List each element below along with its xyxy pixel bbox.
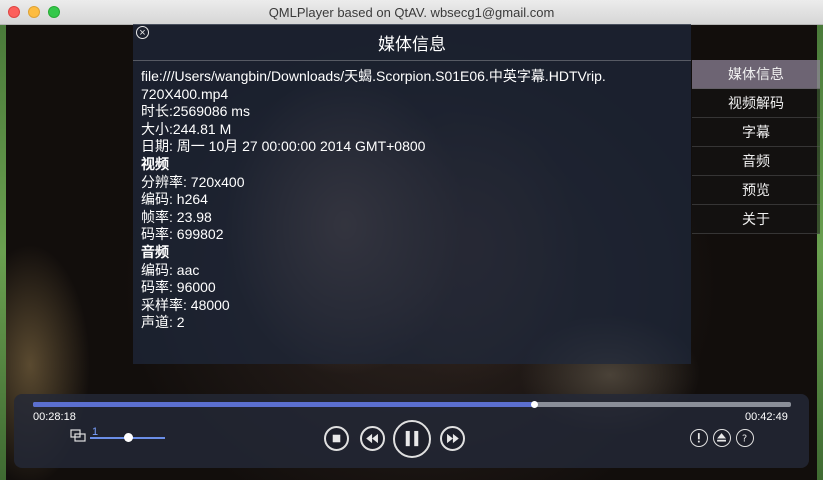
info-line-audio-codec: 编码: aac [141, 261, 200, 278]
info-heading-video: 视频 [141, 155, 169, 172]
info-line-framerate: 帧率: 23.98 [141, 208, 212, 225]
menu-item-about[interactable]: 关于 [692, 205, 820, 234]
menu-item-subtitles[interactable]: 字幕 [692, 118, 820, 147]
eject-button[interactable] [713, 429, 731, 447]
pause-icon [405, 430, 419, 447]
info-line-size: 大小:244.81 M [141, 120, 232, 137]
info-line-channels: 声道: 2 [141, 314, 185, 331]
window-title: QMLPlayer based on QtAV. wbsecg1@gmail.c… [268, 5, 555, 20]
info-line-video-codec: 编码: h264 [141, 191, 208, 208]
panel-title: 媒体信息 [378, 35, 446, 54]
video-edge-left [0, 25, 6, 480]
volume-handle[interactable] [124, 433, 133, 442]
info-line-file: file:///Users/wangbin/Downloads/天蝎.Scorp… [141, 68, 606, 84]
total-time: 00:42:49 [745, 411, 788, 423]
info-line-date: 日期: 周一 10月 27 00:00:00 2014 GMT+0800 [141, 138, 426, 155]
info-line-video-bitrate: 码率: 699802 [141, 226, 224, 243]
info-line-duration: 时长:2569086 ms [141, 103, 250, 120]
panel-divider [133, 60, 691, 61]
stop-button[interactable] [324, 426, 349, 451]
help-button[interactable]: ? [736, 429, 754, 447]
help-icon: ? [742, 434, 747, 445]
rewind-icon [366, 433, 378, 444]
menu-item-video-decoding[interactable]: 视频解码 [692, 89, 820, 118]
player-window: QMLPlayer based on QtAV. wbsecg1@gmail.c… [0, 0, 823, 480]
info-line-samplerate: 采样率: 48000 [141, 296, 230, 313]
fast-forward-button[interactable] [440, 426, 465, 451]
progress-bar[interactable] [33, 401, 791, 408]
title-bar[interactable]: QMLPlayer based on QtAV. wbsecg1@gmail.c… [0, 0, 823, 25]
pause-button[interactable] [393, 420, 431, 458]
eject-icon [717, 433, 726, 442]
fast-forward-icon [447, 433, 459, 444]
info-line-audio-bitrate: 码率: 96000 [141, 279, 216, 296]
menu-item-preview[interactable]: 预览 [692, 176, 820, 205]
elapsed-time: 00:28:18 [33, 411, 76, 423]
stop-icon [332, 434, 341, 443]
side-menu: 媒体信息 视频解码 字幕 音频 预览 关于 [692, 60, 820, 234]
svg-text:?: ? [742, 434, 747, 445]
info-heading-audio: 音频 [141, 243, 169, 260]
info-button[interactable] [690, 429, 708, 447]
volume-icon[interactable] [70, 429, 86, 442]
menu-item-media-info[interactable]: 媒体信息 [692, 60, 820, 89]
menu-item-audio[interactable]: 音频 [692, 147, 820, 176]
rewind-button[interactable] [360, 426, 385, 451]
info-line-file-cont: 720X400.mp4 [141, 85, 229, 102]
media-info-text: file:///Users/wangbin/Downloads/天蝎.Scorp… [141, 68, 686, 332]
progress-handle[interactable] [531, 401, 539, 408]
progress-fill [33, 402, 535, 407]
info-line-resolution: 分辨率: 720x400 [141, 173, 245, 190]
info-icon [697, 433, 700, 443]
